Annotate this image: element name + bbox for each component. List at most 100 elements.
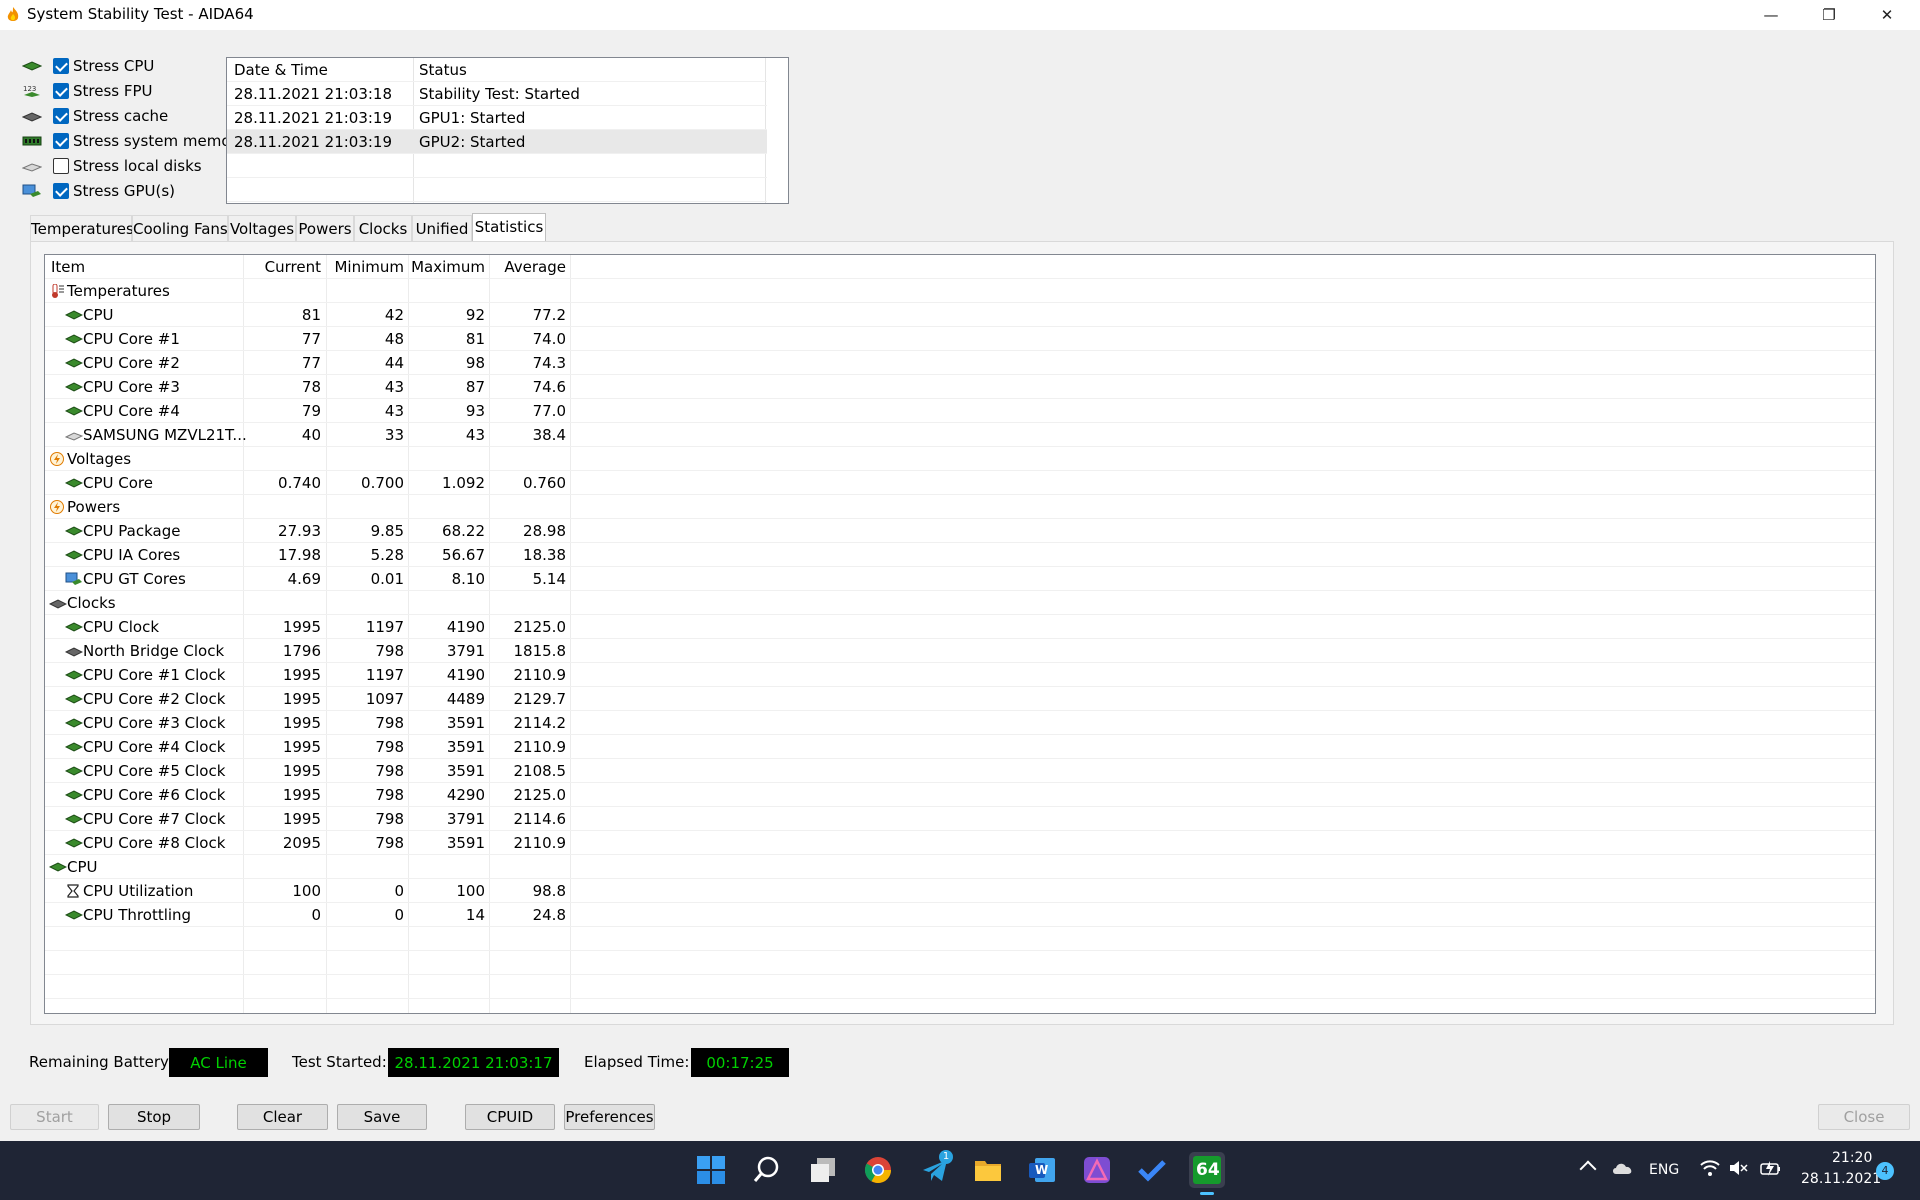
clock-date[interactable]: 28.11.2021 xyxy=(1801,1171,1881,1187)
stats-group-row[interactable]: Powers xyxy=(45,495,1875,519)
stats-row[interactable]: CPU Core #2 Clock 1995 1097 4489 2129.7 xyxy=(45,687,1875,711)
tab-temperatures[interactable]: Temperatures xyxy=(30,215,134,241)
tab-cooling-fans[interactable]: Cooling Fans xyxy=(132,215,228,241)
stress-gpu-label: Stress GPU(s) xyxy=(73,182,176,200)
stat-item-name: Temperatures xyxy=(67,282,170,300)
cpuid-button[interactable]: CPUID xyxy=(465,1104,555,1130)
stat-minimum: 42 xyxy=(384,306,404,324)
stats-row[interactable]: CPU Core #3 Clock 1995 798 3591 2114.2 xyxy=(45,711,1875,735)
voltage-bolt-icon xyxy=(50,452,64,466)
status-log-table[interactable]: Date & Time Status 28.11.2021 21:03:18 S… xyxy=(226,57,789,204)
preferences-button[interactable]: Preferences xyxy=(564,1104,655,1130)
stats-group-row[interactable]: Voltages xyxy=(45,447,1875,471)
start-button[interactable]: Start xyxy=(10,1104,99,1130)
stress-fpu-checkbox[interactable] xyxy=(53,83,69,99)
stats-row[interactable]: CPU Core #8 Clock 2095 798 3591 2110.9 xyxy=(45,831,1875,855)
onedrive-icon[interactable] xyxy=(1612,1161,1634,1175)
log-row[interactable]: 28.11.2021 21:03:18 Stability Test: Star… xyxy=(227,82,767,106)
stress-gpu-checkbox[interactable] xyxy=(53,183,69,199)
stats-row[interactable]: CPU Core #4 79 43 93 77.0 xyxy=(45,399,1875,423)
stats-row[interactable]: CPU Package 27.93 9.85 68.22 28.98 xyxy=(45,519,1875,543)
log-header-datetime[interactable]: Date & Time xyxy=(234,61,328,79)
stat-item-name: CPU Core #5 Clock xyxy=(83,762,226,780)
stat-minimum: 798 xyxy=(375,810,404,828)
header-average[interactable]: Average xyxy=(491,258,566,276)
elapsed-time-label: Elapsed Time: xyxy=(584,1053,690,1071)
tab-unified[interactable]: Unified xyxy=(412,215,472,241)
stat-item-name: CPU Core #1 Clock xyxy=(83,666,226,684)
stat-item-name: CPU Core #6 Clock xyxy=(83,786,226,804)
log-row[interactable]: 28.11.2021 21:03:19 GPU2: Started xyxy=(227,130,767,154)
stat-average: 38.4 xyxy=(532,426,566,444)
tray-overflow-icon[interactable] xyxy=(1579,1160,1597,1178)
stats-row[interactable]: North Bridge Clock 1796 798 3791 1815.8 xyxy=(45,639,1875,663)
stress-memory-checkbox[interactable] xyxy=(53,133,69,149)
clear-button[interactable]: Clear xyxy=(237,1104,328,1130)
header-current[interactable]: Current xyxy=(245,258,321,276)
stats-row[interactable]: CPU Core #4 Clock 1995 798 3591 2110.9 xyxy=(45,735,1875,759)
minimize-button[interactable]: — xyxy=(1742,0,1800,30)
notification-badge[interactable]: 4 xyxy=(1876,1162,1894,1180)
cpu-chip-icon xyxy=(65,406,83,416)
stats-row[interactable]: CPU Clock 1995 1197 4190 2125.0 xyxy=(45,615,1875,639)
header-item[interactable]: Item xyxy=(51,258,85,276)
log-header-status[interactable]: Status xyxy=(419,61,467,79)
log-row[interactable]: 28.11.2021 21:03:19 GPU1: Started xyxy=(227,106,767,130)
stats-row[interactable]: CPU 81 42 92 77.2 xyxy=(45,303,1875,327)
stats-row[interactable]: CPU GT Cores 4.69 0.01 8.10 5.14 xyxy=(45,567,1875,591)
tab-statistics[interactable]: Statistics xyxy=(472,213,546,242)
file-explorer-icon[interactable] xyxy=(970,1152,1006,1188)
statistics-table[interactable]: Item Current Minimum Maximum Average Tem… xyxy=(44,254,1876,1014)
tab-voltages[interactable]: Voltages xyxy=(228,215,296,241)
stress-disks-checkbox[interactable] xyxy=(53,158,69,174)
telegram-icon[interactable]: 1 xyxy=(917,1150,953,1188)
tab-clocks[interactable]: Clocks xyxy=(354,215,412,241)
header-maximum[interactable]: Maximum xyxy=(410,258,485,276)
tab-powers[interactable]: Powers xyxy=(296,215,354,241)
window-close-button[interactable]: ✕ xyxy=(1858,0,1916,30)
stat-minimum: 0.700 xyxy=(361,474,404,492)
stat-current: 79 xyxy=(301,402,321,420)
stats-row[interactable]: CPU Core #2 77 44 98 74.3 xyxy=(45,351,1875,375)
stat-item-name: CPU GT Cores xyxy=(83,570,186,588)
stats-group-row[interactable]: Temperatures xyxy=(45,279,1875,303)
stress-cache-checkbox[interactable] xyxy=(53,108,69,124)
stat-current: 27.93 xyxy=(278,522,321,540)
header-minimum[interactable]: Minimum xyxy=(328,258,404,276)
stats-row[interactable]: SAMSUNG MZVL21T... 40 33 43 38.4 xyxy=(45,423,1875,447)
stats-row[interactable]: CPU Core #1 77 48 81 74.0 xyxy=(45,327,1875,351)
stats-group-row[interactable]: Clocks xyxy=(45,591,1875,615)
stats-empty-row xyxy=(45,927,1875,951)
word-icon[interactable]: W xyxy=(1024,1152,1060,1188)
stats-group-row[interactable]: CPU xyxy=(45,855,1875,879)
save-button[interactable]: Save xyxy=(337,1104,427,1130)
stats-row[interactable]: CPU Throttling 0 0 14 24.8 xyxy=(45,903,1875,927)
stress-cpu-checkbox[interactable] xyxy=(53,58,69,74)
start-icon[interactable] xyxy=(693,1152,729,1188)
close-button[interactable]: Close xyxy=(1818,1104,1910,1130)
volume-muted-icon[interactable] xyxy=(1728,1159,1748,1177)
task-view-icon[interactable] xyxy=(805,1152,841,1188)
battery-charging-icon[interactable] xyxy=(1760,1159,1782,1177)
stats-row[interactable]: CPU Utilization 100 0 100 98.8 xyxy=(45,879,1875,903)
todo-icon[interactable] xyxy=(1134,1152,1170,1188)
stats-empty-row xyxy=(45,951,1875,975)
wifi-icon[interactable] xyxy=(1700,1159,1720,1177)
stats-row[interactable]: CPU Core #3 78 43 87 74.6 xyxy=(45,375,1875,399)
clock-time[interactable]: 21:20 xyxy=(1832,1150,1872,1166)
language-indicator[interactable]: ENG xyxy=(1649,1162,1679,1178)
log-status: GPU1: Started xyxy=(419,109,526,127)
stats-row[interactable]: CPU Core #6 Clock 1995 798 4290 2125.0 xyxy=(45,783,1875,807)
chrome-icon[interactable] xyxy=(860,1152,896,1188)
stat-maximum: 14 xyxy=(465,906,485,924)
stats-row[interactable]: CPU Core #1 Clock 1995 1197 4190 2110.9 xyxy=(45,663,1875,687)
restore-button[interactable]: ❐ xyxy=(1800,0,1858,30)
stats-row[interactable]: CPU IA Cores 17.98 5.28 56.67 18.38 xyxy=(45,543,1875,567)
stats-row[interactable]: CPU Core #7 Clock 1995 798 3791 2114.6 xyxy=(45,807,1875,831)
search-icon[interactable] xyxy=(749,1152,785,1188)
stats-row[interactable]: CPU Core 0.740 0.700 1.092 0.760 xyxy=(45,471,1875,495)
stop-button[interactable]: Stop xyxy=(108,1104,200,1130)
stats-row[interactable]: CPU Core #5 Clock 1995 798 3591 2108.5 xyxy=(45,759,1875,783)
aida64-icon[interactable]: 64 xyxy=(1189,1152,1225,1195)
affinity-photo-icon[interactable] xyxy=(1079,1152,1115,1188)
